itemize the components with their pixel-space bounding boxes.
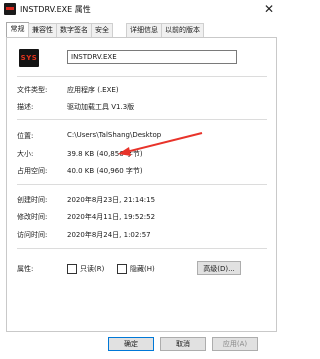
tab-general[interactable]: 常规 bbox=[6, 22, 29, 38]
tab-compatibility[interactable]: 兼容性 bbox=[28, 23, 57, 37]
file-icon-label: SYS bbox=[20, 54, 38, 62]
modified-label: 修改时间: bbox=[17, 213, 48, 221]
size-on-disk-label: 占用空间: bbox=[17, 167, 48, 175]
created-value: 2020年8月23日, 21:14:15 bbox=[67, 196, 156, 204]
description-label: 描述: bbox=[17, 103, 34, 111]
size-label: 大小: bbox=[17, 150, 34, 158]
divider bbox=[17, 184, 267, 185]
tab-previous-versions[interactable]: 以前的版本 bbox=[161, 23, 204, 37]
apply-button[interactable]: 应用(A) bbox=[212, 337, 258, 351]
window-title: INSTDRV.EXE 属性 bbox=[20, 5, 91, 14]
size-on-disk-value: 40.0 KB (40,960 字节) bbox=[67, 167, 143, 175]
ok-button[interactable]: 确定 bbox=[108, 337, 154, 351]
title-bar: INSTDRV.EXE 属性 ✕ bbox=[0, 0, 282, 18]
size-value: 39.8 KB (40,856 字节) bbox=[67, 150, 143, 158]
file-type-label: 文件类型: bbox=[17, 86, 48, 94]
accessed-label: 访问时间: bbox=[17, 231, 48, 239]
hidden-checkbox[interactable] bbox=[117, 264, 127, 274]
readonly-checkbox-label[interactable]: 只读(R) bbox=[80, 264, 104, 274]
attributes-label: 属性: bbox=[17, 265, 34, 273]
tab-details[interactable]: 详细信息 bbox=[126, 23, 162, 37]
divider bbox=[17, 248, 267, 249]
location-label: 位置: bbox=[17, 132, 34, 140]
location-value: C:\Users\TalShang\Desktop bbox=[67, 131, 162, 139]
description-value: 驱动加载工具 V1.3版 bbox=[67, 103, 135, 111]
created-label: 创建时间: bbox=[17, 196, 48, 204]
tab-strip: 常规 兼容性 数字签名 安全 详细信息 以前的版本 bbox=[6, 22, 276, 38]
general-panel: SYS INSTDRV.EXE 文件类型: 应用程序 (.EXE) 描述: 驱动… bbox=[6, 37, 277, 332]
file-name-input[interactable]: INSTDRV.EXE bbox=[67, 50, 237, 64]
hidden-checkbox-label[interactable]: 隐藏(H) bbox=[130, 264, 155, 274]
divider bbox=[17, 76, 267, 77]
tab-security[interactable]: 安全 bbox=[91, 23, 113, 37]
close-icon[interactable]: ✕ bbox=[262, 2, 276, 16]
accessed-value: 2020年8月24日, 1:02:57 bbox=[67, 231, 151, 239]
app-icon bbox=[4, 3, 16, 15]
cancel-button[interactable]: 取消 bbox=[160, 337, 206, 351]
divider bbox=[17, 119, 267, 120]
file-icon: SYS bbox=[19, 49, 39, 67]
readonly-checkbox[interactable] bbox=[67, 264, 77, 274]
advanced-button[interactable]: 高级(D)... bbox=[197, 261, 241, 275]
modified-value: 2020年4月11日, 19:52:52 bbox=[67, 213, 156, 221]
tab-digital-signatures[interactable]: 数字签名 bbox=[56, 23, 92, 37]
file-type-value: 应用程序 (.EXE) bbox=[67, 86, 119, 94]
